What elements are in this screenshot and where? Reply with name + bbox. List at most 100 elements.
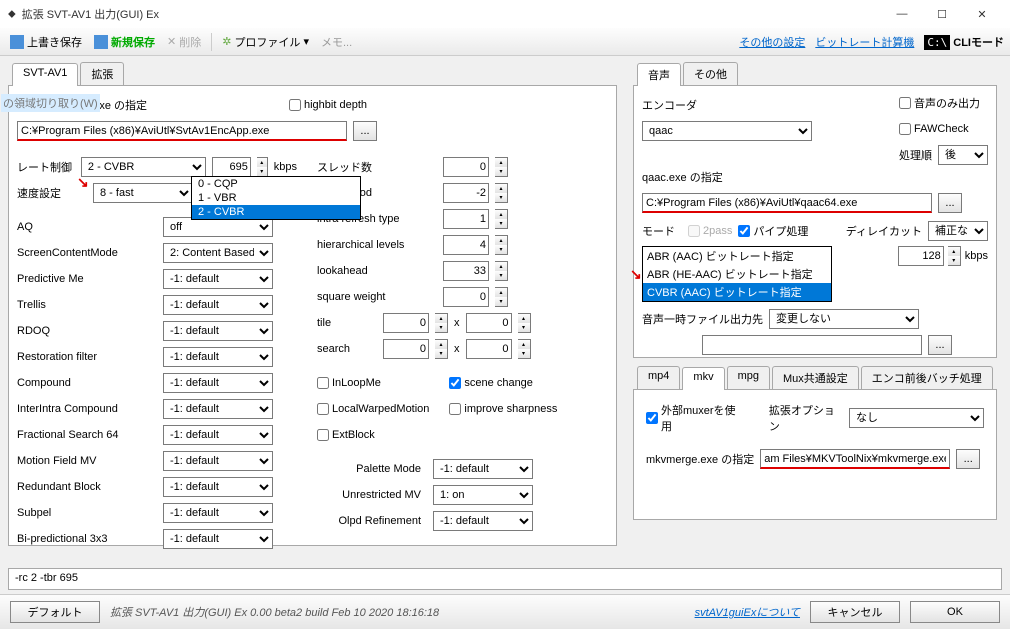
mux-browse-button[interactable]: ...	[956, 449, 980, 469]
sqw-label: square weight	[317, 291, 437, 303]
trl-select[interactable]: -1: default	[163, 295, 273, 315]
fs-select[interactable]: -1: default	[163, 425, 273, 445]
order-select[interactable]: 後	[938, 145, 988, 165]
delay-select[interactable]: 補正なし	[928, 221, 988, 241]
threads-input[interactable]: 0	[443, 157, 489, 177]
mfm-select[interactable]: -1: default	[163, 451, 273, 471]
temp-path-input[interactable]	[702, 335, 922, 355]
rate-label: レート制御	[17, 159, 75, 175]
audio-exe-input[interactable]	[642, 193, 932, 213]
tile-x-input[interactable]: 0	[383, 313, 429, 333]
tab-other[interactable]: その他	[683, 62, 738, 85]
audio-bitrate-input[interactable]: 128	[898, 246, 944, 266]
other-settings-link[interactable]: その他の設定	[739, 34, 805, 50]
tile-y-input[interactable]: 0	[466, 313, 512, 333]
rate-dropdown-open[interactable]: 0 - CQP 1 - VBR 2 - CVBR	[191, 176, 361, 220]
cli-mode-button[interactable]: C:\ CLIモード	[924, 34, 1004, 50]
temp-browse-button[interactable]: ...	[928, 335, 952, 355]
tab-mpg[interactable]: mpg	[727, 366, 770, 389]
close-button[interactable]: ✕	[962, 0, 1002, 28]
rate-opt-cvbr[interactable]: 2 - CVBR	[192, 205, 360, 219]
ext-muxer-checkbox[interactable]: 外部muxerを使用	[646, 402, 743, 434]
mux-exe-label: mkvmerge.exe の指定	[646, 451, 754, 467]
localwarp-checkbox[interactable]: LocalWarpedMotion	[317, 403, 429, 415]
tab-mkv[interactable]: mkv	[682, 367, 724, 390]
audio-only-checkbox[interactable]: 音声のみ出力	[899, 95, 980, 111]
look-input[interactable]: 33	[443, 261, 489, 281]
encoder-select[interactable]: qaac	[642, 121, 812, 141]
cancel-button[interactable]: キャンセル	[810, 601, 900, 623]
audio-mode-abr-heaac[interactable]: ABR (HE-AAC) ビットレート指定	[643, 265, 831, 283]
iic-select[interactable]: -1: default	[163, 399, 273, 419]
temp-select[interactable]: 変更しない	[769, 309, 919, 329]
maximize-button[interactable]: ☐	[922, 0, 962, 28]
highbit-checkbox[interactable]: highbit depth	[289, 99, 367, 111]
pipe-checkbox[interactable]: パイプ処理	[738, 223, 808, 239]
tab-batch[interactable]: エンコ前後バッチ処理	[861, 366, 993, 389]
tab-audio[interactable]: 音声	[637, 63, 681, 86]
cmp-select[interactable]: -1: default	[163, 373, 273, 393]
rate-control-select[interactable]: 2 - CVBR	[81, 157, 206, 177]
profile-menu[interactable]: ✲プロファイル ▾	[218, 32, 313, 52]
speed-select[interactable]: 8 - fast	[93, 183, 193, 203]
window-title: 拡張 SVT-AV1 出力(GUI) Ex	[22, 6, 882, 22]
mfm-label: Motion Field MV	[17, 455, 157, 467]
rate-opt-cqp[interactable]: 0 - CQP	[192, 177, 360, 191]
sub-select[interactable]: -1: default	[163, 503, 273, 523]
tab-mp4[interactable]: mp4	[637, 366, 680, 389]
rst-label: Restoration filter	[17, 351, 157, 363]
audio-mode-cvbr-aac[interactable]: CVBR (AAC) ビットレート指定	[643, 283, 831, 301]
olpd-select[interactable]: -1: default	[433, 511, 533, 531]
sharp-checkbox[interactable]: improve sharpness	[449, 403, 557, 415]
pme-select[interactable]: -1: default	[163, 269, 273, 289]
tab-muxcommon[interactable]: Mux共通設定	[772, 366, 859, 389]
twopass-checkbox[interactable]: 2pass	[688, 225, 732, 237]
tile-label: tile	[317, 317, 377, 329]
rst-select[interactable]: -1: default	[163, 347, 273, 367]
intra-input[interactable]: -2	[443, 183, 489, 203]
bitrate-calc-link[interactable]: ビットレート計算機	[815, 34, 914, 50]
audio-exe-label: qaac.exe の指定	[642, 169, 723, 185]
rate-opt-vbr[interactable]: 1 - VBR	[192, 191, 360, 205]
mux-exe-input[interactable]	[760, 449, 950, 469]
unres-select[interactable]: 1: on	[433, 485, 533, 505]
minimize-button[interactable]: —	[882, 0, 922, 28]
audio-mode-list[interactable]: ABR (AAC) ビットレート指定 ABR (HE-AAC) ビットレート指定…	[642, 246, 832, 302]
extopt-select[interactable]: なし	[849, 408, 984, 428]
search-x-input[interactable]: 0	[383, 339, 429, 359]
bip-select[interactable]: -1: default	[163, 529, 273, 549]
bitrate-input[interactable]: 695	[212, 157, 251, 177]
inloop-checkbox[interactable]: InLoopMe	[317, 377, 381, 389]
extblock-checkbox[interactable]: ExtBlock	[317, 429, 375, 441]
exe-path-input[interactable]	[17, 121, 347, 141]
delete-button[interactable]: ✕削除	[163, 32, 205, 52]
rdb-select[interactable]: -1: default	[163, 477, 273, 497]
scm-select[interactable]: 2: Content Based	[163, 243, 273, 263]
encoder-label: エンコーダ	[642, 97, 697, 113]
scm-label: ScreenContentMode	[17, 247, 157, 259]
browse-button[interactable]: ...	[353, 121, 377, 141]
threads-label: スレッド数	[317, 159, 437, 175]
tab-svtav1[interactable]: SVT-AV1	[12, 63, 78, 86]
trl-label: Trellis	[17, 299, 157, 311]
palette-select[interactable]: -1: default	[433, 459, 533, 479]
audio-browse-button[interactable]: ...	[938, 193, 962, 213]
irtf-input[interactable]: 1	[443, 209, 489, 229]
default-button[interactable]: デフォルト	[10, 601, 100, 623]
tab-extension[interactable]: 拡張	[80, 62, 124, 85]
memo-field[interactable]: メモ...	[317, 32, 356, 52]
save-button[interactable]: 上書き保存	[6, 32, 86, 52]
cmp-label: Compound	[17, 377, 157, 389]
aq-select[interactable]: off	[163, 217, 273, 237]
hier-input[interactable]: 4	[443, 235, 489, 255]
rdo-label: RDOQ	[17, 325, 157, 337]
search-y-input[interactable]: 0	[466, 339, 512, 359]
sqw-input[interactable]: 0	[443, 287, 489, 307]
rdo-select[interactable]: -1: default	[163, 321, 273, 341]
about-link[interactable]: svtAV1guiExについて	[695, 604, 800, 620]
faw-checkbox[interactable]: FAWCheck	[899, 123, 969, 135]
scene-checkbox[interactable]: scene change	[449, 377, 533, 389]
newsave-button[interactable]: 新規保存	[90, 32, 159, 52]
audio-mode-abr-aac[interactable]: ABR (AAC) ビットレート指定	[643, 247, 831, 265]
ok-button[interactable]: OK	[910, 601, 1000, 623]
